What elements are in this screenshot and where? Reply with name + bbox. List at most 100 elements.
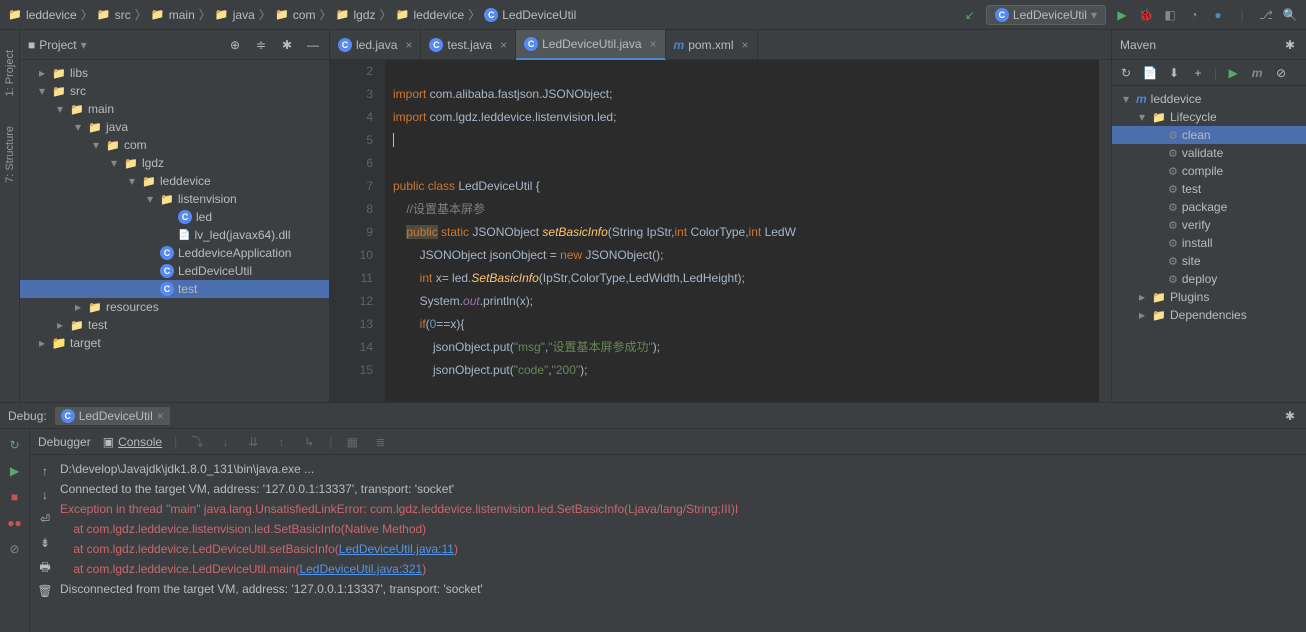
- maven-settings-icon[interactable]: ✱: [1282, 37, 1298, 53]
- tree-item[interactable]: Cled: [20, 208, 329, 226]
- debug-left-toolbar: ↻ ▶ ■ ●● ⊘: [0, 429, 30, 632]
- left-tool-strip: 1: Project 7: Structure: [0, 30, 20, 402]
- class-icon: C: [995, 8, 1009, 22]
- force-step-icon[interactable]: ⇊: [245, 434, 261, 450]
- tree-item[interactable]: CLedDeviceUtil: [20, 262, 329, 280]
- settings-icon[interactable]: ✱: [279, 37, 295, 53]
- rerun-icon[interactable]: ↻: [7, 437, 23, 453]
- project-tree[interactable]: libssrcmainjavacomlgdzleddevicelistenvis…: [20, 60, 329, 402]
- maven-item[interactable]: Plugins: [1112, 288, 1306, 306]
- tree-item[interactable]: libs: [20, 64, 329, 82]
- tree-item[interactable]: 📁target: [20, 334, 329, 352]
- profile-icon[interactable]: ◔: [1186, 7, 1202, 23]
- breadcrumb-item[interactable]: CLedDeviceUtil: [484, 8, 576, 22]
- maven-item[interactable]: deploy: [1112, 270, 1306, 288]
- maven-tree[interactable]: mleddeviceLifecyclecleanvalidatecompilet…: [1112, 86, 1306, 328]
- tree-item[interactable]: CLeddeviceApplication: [20, 244, 329, 262]
- maven-item[interactable]: package: [1112, 198, 1306, 216]
- class-icon: C: [61, 409, 75, 423]
- stop-icon[interactable]: ●: [1210, 7, 1226, 23]
- debug-label: Debug:: [8, 409, 47, 423]
- tree-item[interactable]: leddevice: [20, 172, 329, 190]
- maven-m-icon[interactable]: m: [1249, 65, 1265, 81]
- step-into-icon[interactable]: ↓: [217, 434, 233, 450]
- maven-item[interactable]: site: [1112, 252, 1306, 270]
- git-icon[interactable]: ⎇: [1258, 7, 1274, 23]
- code-content[interactable]: import com.alibaba.fastjson.JSONObject;i…: [385, 60, 1099, 402]
- debug-panel: Debug: C LedDeviceUtil × ✱ ↻ ▶ ■ ●● ⊘ De…: [0, 402, 1306, 632]
- scroll-icon[interactable]: ⇟: [37, 535, 53, 551]
- project-panel: ■ Project ▾ ⊕ ≑ ✱ — libssrcmainjavacomlg…: [20, 30, 330, 402]
- build-icon[interactable]: ↙: [962, 7, 978, 23]
- search-icon[interactable]: 🔍: [1282, 7, 1298, 23]
- maven-run-icon[interactable]: ▶: [1225, 65, 1241, 81]
- project-panel-title: Project: [39, 38, 76, 52]
- tree-item[interactable]: main: [20, 100, 329, 118]
- breadcrumb-item[interactable]: src: [97, 8, 131, 22]
- breadcrumb-item[interactable]: java: [215, 8, 255, 22]
- maven-item[interactable]: install: [1112, 234, 1306, 252]
- breadcrumb-item[interactable]: leddevice: [8, 8, 77, 22]
- editor-tab[interactable]: CLedDeviceUtil.java×: [516, 30, 665, 60]
- tree-item[interactable]: src: [20, 82, 329, 100]
- expand-icon[interactable]: ≑: [253, 37, 269, 53]
- maven-item[interactable]: verify: [1112, 216, 1306, 234]
- up-icon[interactable]: ↑: [37, 463, 53, 479]
- trace-icon[interactable]: ≣: [372, 434, 388, 450]
- console-tab[interactable]: ▣Console: [103, 435, 162, 449]
- breadcrumb-item[interactable]: com: [275, 8, 316, 22]
- coverage-icon[interactable]: ◧: [1162, 7, 1178, 23]
- structure-tab[interactable]: 7: Structure: [4, 126, 16, 183]
- breadcrumb-item[interactable]: main: [151, 8, 195, 22]
- maven-item[interactable]: compile: [1112, 162, 1306, 180]
- stop-debug-icon[interactable]: ■: [7, 489, 23, 505]
- wrap-icon[interactable]: ⏎: [37, 511, 53, 527]
- console-output[interactable]: D:\develop\Javajdk\jdk1.8.0_131\bin\java…: [60, 459, 1306, 628]
- maven-item[interactable]: mleddevice: [1112, 90, 1306, 108]
- breadcrumb-item[interactable]: leddevice: [396, 8, 465, 22]
- editor-tab[interactable]: Cled.java×: [330, 30, 421, 60]
- download-icon[interactable]: ⬇: [1166, 65, 1182, 81]
- locate-icon[interactable]: ⊕: [227, 37, 243, 53]
- maven-item[interactable]: test: [1112, 180, 1306, 198]
- project-tab[interactable]: 1: Project: [4, 50, 16, 96]
- resume-icon[interactable]: ▶: [7, 463, 23, 479]
- maven-item[interactable]: Lifecycle: [1112, 108, 1306, 126]
- debugger-tab[interactable]: Debugger: [38, 435, 91, 449]
- toolbar-right: ↙ C LedDeviceUtil ▾ ▶ 🐞 ◧ ◔ ● | ⎇ 🔍: [962, 5, 1298, 25]
- debug-settings-icon[interactable]: ✱: [1282, 408, 1298, 424]
- clear-icon[interactable]: 🗑: [37, 583, 53, 599]
- breakpoints-icon[interactable]: ●●: [7, 515, 23, 531]
- hide-icon[interactable]: —: [305, 37, 321, 53]
- tree-item[interactable]: 📄lv_led(javax64).dll: [20, 226, 329, 244]
- code-area[interactable]: 234567▶89@101112131415 import com.alibab…: [330, 60, 1111, 402]
- down-icon[interactable]: ↓: [37, 487, 53, 503]
- add-icon[interactable]: +: [1190, 65, 1206, 81]
- step-out-icon[interactable]: ↑: [273, 434, 289, 450]
- step-over-icon[interactable]: ⤵: [189, 434, 205, 450]
- print-icon[interactable]: 🖶: [37, 559, 53, 575]
- editor-tab[interactable]: mpom.xml×: [666, 30, 758, 60]
- tree-item[interactable]: Ctest: [20, 280, 329, 298]
- maven-item[interactable]: clean: [1112, 126, 1306, 144]
- debug-icon[interactable]: 🐞: [1138, 7, 1154, 23]
- maven-skip-icon[interactable]: ⊘: [1273, 65, 1289, 81]
- tree-item[interactable]: java: [20, 118, 329, 136]
- tree-item[interactable]: listenvision: [20, 190, 329, 208]
- maven-item[interactable]: Dependencies: [1112, 306, 1306, 324]
- maven-item[interactable]: validate: [1112, 144, 1306, 162]
- editor-tab[interactable]: Ctest.java×: [421, 30, 516, 60]
- tree-item[interactable]: lgdz: [20, 154, 329, 172]
- tree-item[interactable]: com: [20, 136, 329, 154]
- run-icon[interactable]: ▶: [1114, 7, 1130, 23]
- generate-icon[interactable]: 📄: [1142, 65, 1158, 81]
- run-config-selector[interactable]: C LedDeviceUtil ▾: [986, 5, 1106, 25]
- evaluate-icon[interactable]: ▦: [344, 434, 360, 450]
- tree-item[interactable]: resources: [20, 298, 329, 316]
- tree-item[interactable]: test: [20, 316, 329, 334]
- reimport-icon[interactable]: ↻: [1118, 65, 1134, 81]
- drop-frame-icon[interactable]: ↳: [301, 434, 317, 450]
- mute-icon[interactable]: ⊘: [7, 541, 23, 557]
- breadcrumb-item[interactable]: lgdz: [335, 8, 375, 22]
- debug-config-tab[interactable]: C LedDeviceUtil ×: [55, 407, 170, 425]
